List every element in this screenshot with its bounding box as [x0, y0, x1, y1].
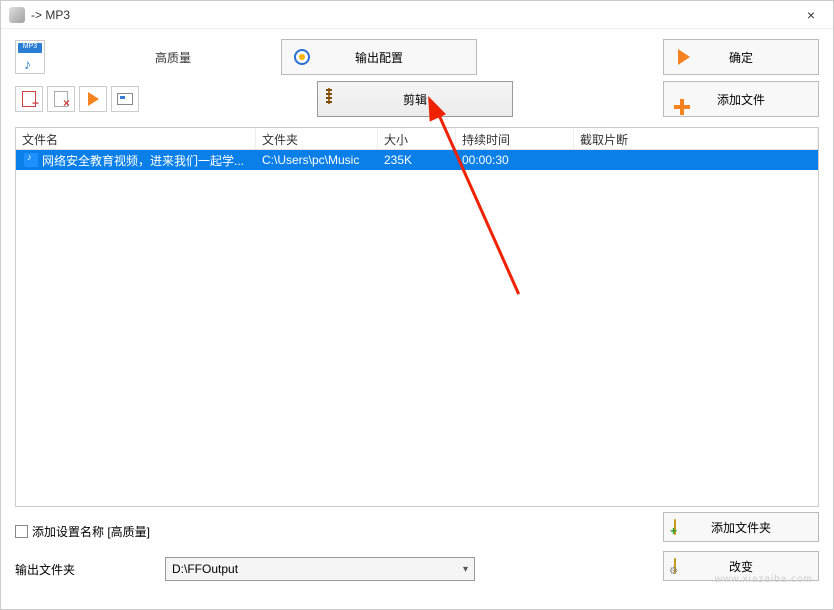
cell-folder: C:\Users\pc\Music: [256, 151, 378, 169]
footer-area: 添加设置名称 [高质量] 添加文件夹 输出文件夹 D:\FFOutput ▾ 改…: [1, 507, 833, 593]
output-folder-value: D:\FFOutput: [172, 562, 238, 576]
film-icon: [328, 89, 348, 109]
titlebar: -> MP3 ×: [1, 1, 833, 29]
output-config-button[interactable]: 输出配置: [281, 39, 477, 75]
top-toolbar: 高质量 输出配置 确定: [1, 29, 833, 75]
add-folder-label: 添加文件夹: [711, 519, 771, 536]
table-header: 文件名 文件夹 大小 持续时间 截取片断: [16, 128, 818, 150]
add-setting-label: 添加设置名称 [高质量]: [32, 523, 150, 540]
folder-gear-icon: [674, 559, 676, 573]
ok-label: 确定: [729, 49, 753, 66]
close-button[interactable]: ×: [797, 7, 825, 23]
cell-size: 235K: [378, 151, 456, 169]
col-duration[interactable]: 持续时间: [456, 128, 574, 149]
play-button[interactable]: [79, 86, 107, 112]
change-button[interactable]: 改变: [663, 551, 819, 581]
gear-icon: [292, 47, 312, 67]
clear-icon: [54, 91, 68, 107]
add-folder-button[interactable]: 添加文件夹: [663, 512, 819, 542]
output-folder-combo[interactable]: D:\FFOutput ▾: [165, 557, 475, 581]
second-toolbar: 剪辑 添加文件: [1, 75, 833, 127]
change-label: 改变: [729, 558, 753, 575]
chevron-down-icon: ▾: [463, 564, 468, 575]
window-title: -> MP3: [31, 8, 797, 22]
remove-icon: [22, 91, 36, 107]
add-file-label: 添加文件: [717, 91, 765, 108]
cell-duration: 00:00:30: [456, 151, 574, 169]
clear-list-button[interactable]: [47, 86, 75, 112]
output-config-label: 输出配置: [355, 49, 403, 66]
output-folder-label: 输出文件夹: [15, 561, 75, 578]
music-icon: [24, 153, 38, 167]
cell-filename: 网络安全教育视频，进来我们一起学...: [42, 152, 244, 169]
arrow-right-icon: [674, 47, 694, 67]
edit-label: 剪辑: [403, 91, 427, 108]
list-icon: [117, 93, 133, 105]
file-table: 文件名 文件夹 大小 持续时间 截取片断 网络安全教育视频，进来我们一起学...…: [15, 127, 819, 507]
folder-add-icon: [674, 520, 676, 534]
col-folder[interactable]: 文件夹: [256, 128, 378, 149]
main-window: -> MP3 × 高质量 输出配置 确定 剪辑 添加文件 文件名: [0, 0, 834, 610]
col-filename[interactable]: 文件名: [16, 128, 256, 149]
col-size[interactable]: 大小: [378, 128, 456, 149]
view-button[interactable]: [111, 86, 139, 112]
table-row[interactable]: 网络安全教育视频，进来我们一起学... C:\Users\pc\Music 23…: [16, 150, 818, 170]
remove-item-button[interactable]: [15, 86, 43, 112]
add-setting-checkbox[interactable]: [15, 525, 28, 538]
mp3-format-icon: [15, 40, 45, 74]
play-icon: [88, 92, 99, 106]
quality-label: 高质量: [155, 49, 191, 66]
app-icon: [9, 7, 25, 23]
cell-clip: [574, 158, 818, 162]
add-file-button[interactable]: 添加文件: [663, 81, 819, 117]
ok-button[interactable]: 确定: [663, 39, 819, 75]
edit-button[interactable]: 剪辑: [317, 81, 513, 117]
col-clip[interactable]: 截取片断: [574, 128, 818, 149]
